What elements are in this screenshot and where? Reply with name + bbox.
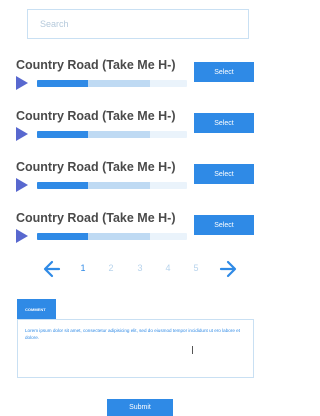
comment-tab[interactable]: COMMENT	[17, 299, 56, 319]
track-title: Country Road (Take Me H-)	[16, 160, 176, 174]
track-progress-bar[interactable]	[37, 182, 187, 189]
track-title: Country Road (Take Me H-)	[16, 58, 176, 72]
play-icon[interactable]	[16, 76, 28, 90]
search-input[interactable]	[27, 9, 249, 39]
arrow-right-icon[interactable]	[218, 259, 238, 279]
play-icon[interactable]	[16, 127, 28, 141]
page-1[interactable]: 1	[77, 263, 89, 273]
comment-textarea[interactable]: Lorem ipsum dolor sit amet, consectetur …	[17, 319, 254, 378]
played-fill	[37, 80, 88, 87]
select-button[interactable]: Select	[194, 215, 254, 235]
track-title: Country Road (Take Me H-)	[16, 109, 176, 123]
track-progress-bar[interactable]	[37, 233, 187, 240]
page-3[interactable]: 3	[134, 263, 146, 273]
select-button[interactable]: Select	[194, 62, 254, 82]
track-title: Country Road (Take Me H-)	[16, 211, 176, 225]
track-row: Country Road (Take Me H-) Select	[0, 58, 254, 104]
page-4[interactable]: 4	[162, 263, 174, 273]
submit-button[interactable]: Submit	[107, 399, 173, 416]
track-row: Country Road (Take Me H-) Select	[0, 109, 254, 155]
played-fill	[37, 233, 88, 240]
text-caret	[192, 346, 193, 354]
track-row: Country Road (Take Me H-) Select	[0, 211, 254, 257]
select-button[interactable]: Select	[194, 164, 254, 184]
arrow-left-icon[interactable]	[42, 259, 62, 279]
play-icon[interactable]	[16, 229, 28, 243]
pagination: 1 2 3 4 5	[0, 259, 254, 279]
select-button[interactable]: Select	[194, 113, 254, 133]
play-icon[interactable]	[16, 178, 28, 192]
page-5[interactable]: 5	[190, 263, 202, 273]
track-progress-bar[interactable]	[37, 80, 187, 87]
played-fill	[37, 182, 88, 189]
track-row: Country Road (Take Me H-) Select	[0, 160, 254, 206]
page-2[interactable]: 2	[105, 263, 117, 273]
played-fill	[37, 131, 88, 138]
track-progress-bar[interactable]	[37, 131, 187, 138]
